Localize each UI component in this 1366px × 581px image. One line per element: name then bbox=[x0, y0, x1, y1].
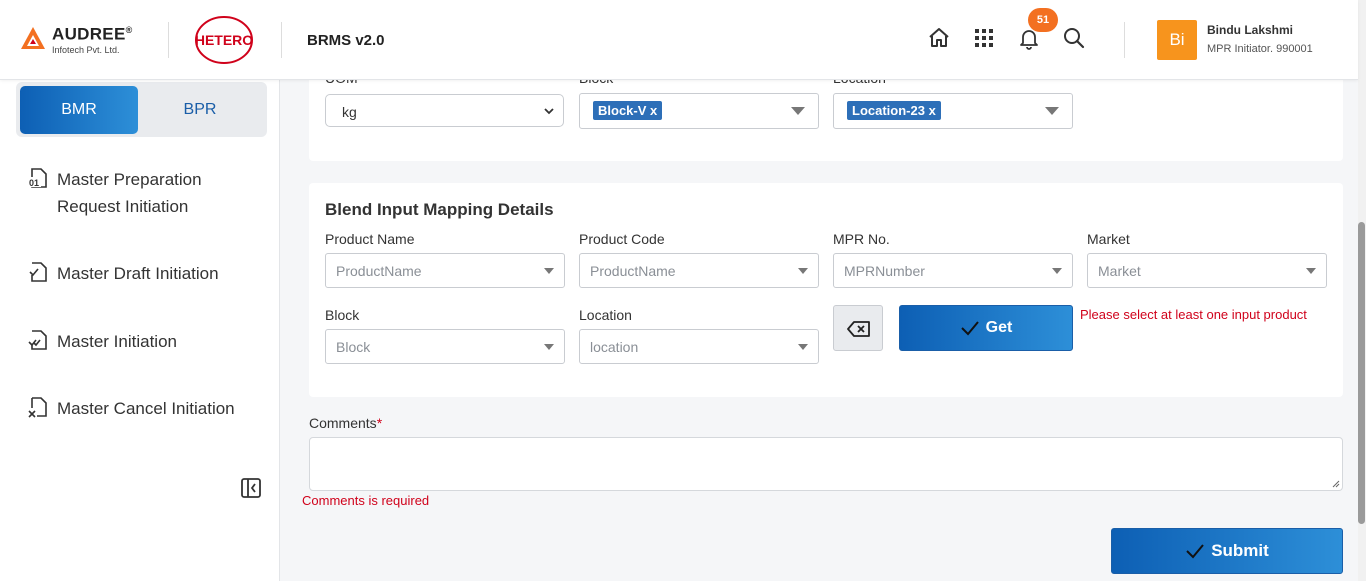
header-divider bbox=[1124, 22, 1125, 58]
sidebar-item-master-preparation-request-initiation[interactable]: 01 Master Preparation Request Initiation bbox=[26, 166, 247, 220]
document-cancel-icon bbox=[28, 397, 47, 418]
placeholder: ProductName bbox=[590, 263, 676, 279]
get-button-label: Get bbox=[985, 319, 1013, 336]
check-icon bbox=[960, 321, 979, 336]
svg-text:01: 01 bbox=[29, 178, 39, 188]
user-role: MPR Initiator. 990001 bbox=[1207, 43, 1313, 55]
sidebar-item-label: Master Initiation bbox=[57, 332, 177, 351]
app-header: AUDREE® Infotech Pvt. Ltd. HETERO BRMS v… bbox=[0, 0, 1358, 80]
caret-down-icon bbox=[791, 107, 805, 115]
document-check-icon bbox=[29, 262, 47, 282]
blend-block-select[interactable]: Block bbox=[325, 329, 565, 364]
sidebar-item-master-draft-initiation[interactable]: Master Draft Initiation bbox=[26, 260, 247, 287]
audree-logo[interactable]: AUDREE® Infotech Pvt. Ltd. bbox=[20, 22, 133, 55]
caret-down-icon bbox=[1045, 107, 1059, 115]
document-01-icon: 01 bbox=[28, 168, 47, 188]
block-tag[interactable]: Block-V x bbox=[593, 101, 663, 120]
hetero-logo-text: HETERO bbox=[195, 32, 253, 48]
collapse-sidebar-icon[interactable] bbox=[240, 477, 262, 499]
product-code-select[interactable]: ProductName bbox=[579, 253, 819, 288]
sidebar-item-label: Master Preparation Request Initiation bbox=[57, 170, 202, 216]
clear-button[interactable] bbox=[833, 305, 883, 351]
uom-value: kg bbox=[342, 104, 357, 120]
product-name-select[interactable]: ProductName bbox=[325, 253, 565, 288]
brand-mark: ® bbox=[125, 25, 133, 35]
market-select[interactable]: Market bbox=[1087, 253, 1327, 288]
get-button[interactable]: Get bbox=[899, 305, 1073, 351]
bmr-bpr-toggle: BMR BPR bbox=[16, 82, 267, 137]
brand-name: AUDREE bbox=[52, 24, 126, 44]
location-tag[interactable]: Location-23 x bbox=[847, 101, 941, 120]
tab-bpr[interactable]: BPR bbox=[141, 86, 259, 134]
placeholder: MPRNumber bbox=[844, 263, 925, 279]
search-icon[interactable] bbox=[1062, 26, 1086, 50]
hetero-logo: HETERO bbox=[195, 16, 253, 64]
comments-error: Comments is required bbox=[302, 493, 430, 508]
section-title: Blend Input Mapping Details bbox=[325, 200, 554, 219]
blend-location-label: Location bbox=[579, 307, 632, 323]
location-multiselect[interactable]: Location-23 x bbox=[833, 93, 1073, 129]
mpr-no-select[interactable]: MPRNumber bbox=[833, 253, 1073, 288]
audree-logo-icon bbox=[21, 27, 45, 50]
placeholder: Market bbox=[1098, 263, 1141, 279]
resize-handle-icon[interactable] bbox=[1332, 480, 1340, 488]
header-divider bbox=[281, 22, 282, 58]
product-name-label: Product Name bbox=[325, 231, 415, 247]
sidebar-item-label: Master Cancel Initiation bbox=[57, 399, 235, 418]
comments-textarea[interactable] bbox=[309, 437, 1343, 491]
backspace-icon bbox=[847, 321, 870, 337]
check-icon bbox=[1186, 544, 1204, 559]
notification-badge[interactable]: 51 bbox=[1028, 8, 1058, 32]
home-icon[interactable] bbox=[927, 26, 951, 50]
header-divider bbox=[168, 22, 169, 58]
document-double-check-icon bbox=[28, 330, 47, 350]
sidebar-item-master-cancel-initiation[interactable]: Master Cancel Initiation bbox=[26, 395, 247, 422]
sidebar-item-master-initiation[interactable]: Master Initiation bbox=[26, 328, 247, 355]
app-title: BRMS v2.0 bbox=[307, 32, 385, 49]
block-multiselect[interactable]: Block-V x bbox=[579, 93, 819, 129]
mpr-no-label: MPR No. bbox=[833, 231, 890, 247]
brand-subtitle: Infotech Pvt. Ltd. bbox=[52, 44, 120, 55]
chevron-down-icon bbox=[544, 108, 554, 115]
product-code-label: Product Code bbox=[579, 231, 665, 247]
user-name[interactable]: Bindu Lakshmi bbox=[1207, 23, 1293, 37]
blend-location-select[interactable]: location bbox=[579, 329, 819, 364]
placeholder: location bbox=[590, 339, 639, 355]
placeholder: Block bbox=[336, 339, 371, 355]
placeholder: ProductName bbox=[336, 263, 422, 279]
caret-down-icon bbox=[1306, 268, 1316, 274]
caret-down-icon bbox=[798, 268, 808, 274]
comments-label-text: Comments bbox=[309, 415, 377, 431]
caret-down-icon bbox=[544, 344, 554, 350]
caret-down-icon bbox=[798, 344, 808, 350]
blend-block-label: Block bbox=[325, 307, 360, 323]
input-product-error: Please select at least one input product bbox=[1080, 307, 1307, 322]
comments-label: Comments* bbox=[309, 415, 382, 431]
submit-button[interactable]: Submit bbox=[1111, 528, 1343, 574]
uom-select[interactable]: kg bbox=[325, 94, 564, 127]
required-mark: * bbox=[376, 415, 383, 431]
sidebar-item-label: Master Draft Initiation bbox=[57, 264, 219, 283]
sidebar: BMR BPR 01 Master Preparation Request In… bbox=[0, 80, 280, 581]
tab-bmr[interactable]: BMR bbox=[20, 86, 138, 134]
caret-down-icon bbox=[1052, 268, 1062, 274]
scrollbar-thumb[interactable] bbox=[1358, 222, 1365, 524]
market-label: Market bbox=[1087, 231, 1130, 247]
user-avatar[interactable]: Bi bbox=[1157, 20, 1197, 60]
apps-grid-icon[interactable] bbox=[972, 26, 996, 50]
submit-button-label: Submit bbox=[1211, 541, 1269, 560]
caret-down-icon bbox=[544, 268, 554, 274]
